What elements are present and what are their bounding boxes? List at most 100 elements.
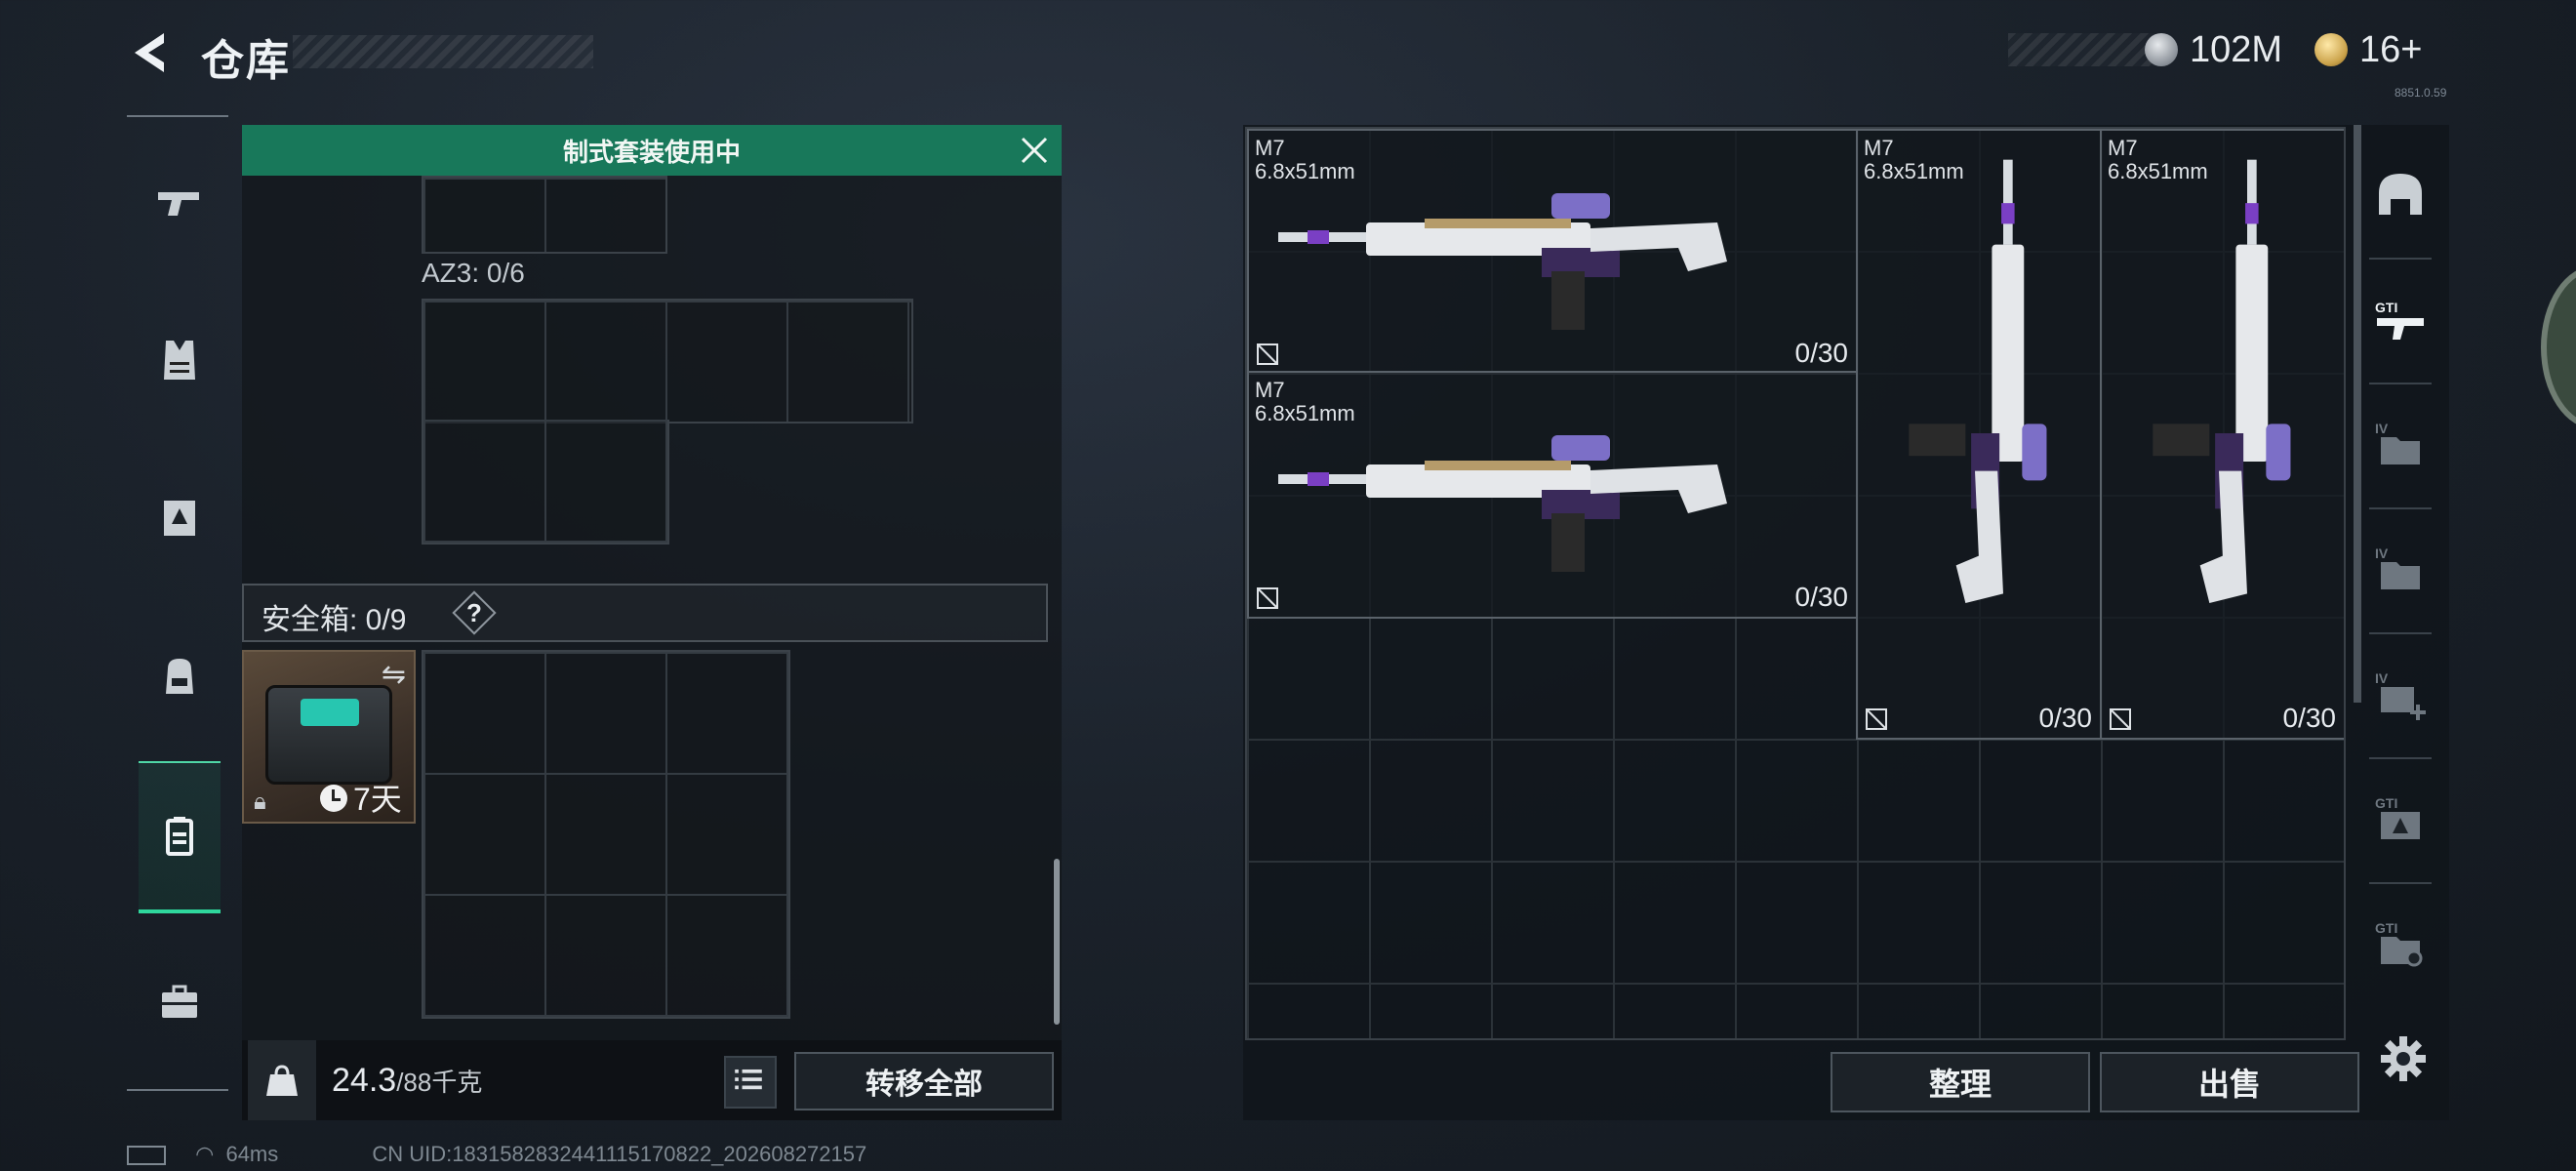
tab-divider [127,115,228,117]
banner-text: 制式套装使用中 [562,137,741,167]
weapon-item[interactable]: M7 6.8x51mm 0/30 [1856,129,2102,740]
currency-gold-value[interactable]: 16+ [2359,29,2422,71]
sidebar-divider [2369,632,2432,634]
weight-value: 24.3 [332,1062,397,1099]
kg-weight-icon [266,1065,298,1096]
svg-text:IV: IV [2375,421,2389,436]
gti-armor-icon: GTI [2375,795,2420,839]
rifle-image [2153,159,2291,603]
safe-box-icon [166,817,193,856]
ammo-count: 0/30 [1794,338,1849,368]
briefcase-icon [162,985,197,1018]
sidebar-divider [2369,507,2432,509]
filter-gti-misc[interactable]: GTI [2359,886,2441,1003]
az-grid-row-2[interactable] [422,420,669,545]
sidebar-divider [2369,882,2432,884]
case-strip [301,699,359,726]
weapon-item[interactable]: M7 6.8x51mm 0/30 [2100,129,2344,740]
list-view-button[interactable] [724,1056,777,1109]
iv-add-icon: IV [2375,670,2426,720]
filter-gti-armor[interactable]: GTI [2359,761,2441,878]
filter-iv-folder-2[interactable]: IV [2359,511,2441,628]
svg-text:IV: IV [2375,670,2389,686]
rifle-image [1278,193,1727,330]
sidebar-divider [2369,258,2432,260]
ammo-count: 0/30 [2038,703,2093,733]
left-tab-bar [127,115,228,1091]
az-grid-row-1[interactable] [422,299,913,424]
status-bar: ◠ 64ms CN UID:1831582832441115170822_202… [127,1142,866,1171]
help-badge[interactable]: ? [455,593,494,632]
helmet-icon [2379,174,2422,215]
sort-button[interactable]: 整理 [1831,1052,2090,1112]
svg-text:GTI: GTI [2375,920,2397,936]
tab-backpack[interactable] [139,603,221,749]
svg-text:GTI: GTI [2375,795,2397,811]
rifle-image [1909,159,2047,603]
back-button[interactable] [125,27,172,78]
list-icon [735,1069,762,1090]
armor-icon [164,501,195,536]
gear-icon[interactable] [2377,1032,2430,1085]
weight-readout: 24.3/88千克 [332,1062,482,1100]
tab-briefcase[interactable] [139,929,221,1075]
filter-helmet[interactable] [2359,137,2441,254]
sell-button[interactable]: 出售 [2100,1052,2359,1112]
svg-text:GTI: GTI [2375,300,2397,315]
iv-folder-icon: IV [2375,421,2420,464]
loadout-footer: 24.3/88千克 转移全部 [242,1040,1062,1120]
loadout-scrollbar[interactable] [1054,859,1060,1025]
swap-icon[interactable]: ⇋ [382,658,406,692]
version-text: 8851.0.59 [2395,86,2447,100]
expiry-days: 7天 [353,782,402,817]
back-arrow-icon [135,33,164,72]
no-attachment-icon [1255,342,1280,367]
filter-iv-folder-1[interactable]: IV [2359,386,2441,504]
tab-weapons[interactable] [139,129,221,275]
tab-vest[interactable] [139,287,221,433]
gti-weapon-icon: GTI [2375,300,2424,340]
help-text: ? [466,597,482,627]
silver-coin-icon [2145,33,2178,66]
sidebar-divider [2369,757,2432,759]
az-capacity-label: AZ3: 0/6 [422,258,525,288]
currency-silver-value[interactable]: 102M [2190,29,2282,71]
sidebar-divider [2369,383,2432,384]
no-attachment-icon [1255,586,1280,611]
close-icon[interactable] [1019,135,1050,166]
no-attachment-icon [1864,707,1889,732]
loadout-banner: 制式套装使用中 [242,125,1062,176]
wifi-icon: ◠ [195,1142,215,1166]
safe-box-item[interactable]: ⇋ 🔒︎ 7天 [242,650,416,824]
safebox-label: 安全箱: 0/9 [262,604,407,636]
weight-max: /88千克 [396,1068,483,1097]
transfer-all-button[interactable]: 转移全部 [794,1052,1054,1110]
currency-decoration [2008,33,2154,66]
tab-divider [127,1089,228,1091]
page-title: 仓库 [201,37,291,85]
uid-text: CN UID:1831582832441115170822_2026082721… [372,1142,867,1166]
container-grid-top[interactable] [422,176,667,254]
no-attachment-icon [2108,707,2133,732]
vest-icon [164,341,195,380]
weapon-item[interactable]: M7 6.8x51mm 0/30 [1247,129,1858,375]
tab-armor[interactable] [139,445,221,591]
stash-grid[interactable]: M7 6.8x51mm 0/30 M7 6.8x51mm 0/30 M7 6.8… [1245,127,2346,1040]
gun-icon [158,192,199,216]
iv-folder-icon: IV [2375,545,2420,589]
ammo-count: 0/30 [1794,582,1849,612]
gti-settings-icon: GTI [2375,920,2423,967]
backpack-icon [166,659,193,694]
clock-icon [320,785,347,812]
weapon-item[interactable]: M7 6.8x51mm 0/30 [1247,371,1858,619]
lock-icon: 🔒︎ [254,788,266,815]
title-decoration [293,35,593,68]
filter-gti-weapon[interactable]: GTI [2359,262,2441,379]
stash-filter-sidebar: GTI IV IV IV GTI GTI [2359,137,2441,1054]
filter-iv-add[interactable]: IV [2359,636,2441,753]
wechat-floating-icon[interactable] [2541,265,2576,429]
ping-text: 64ms [225,1142,279,1166]
tab-safe-box[interactable] [139,761,221,913]
safebox-grid[interactable] [422,650,790,1019]
rifle-image [1278,435,1727,572]
